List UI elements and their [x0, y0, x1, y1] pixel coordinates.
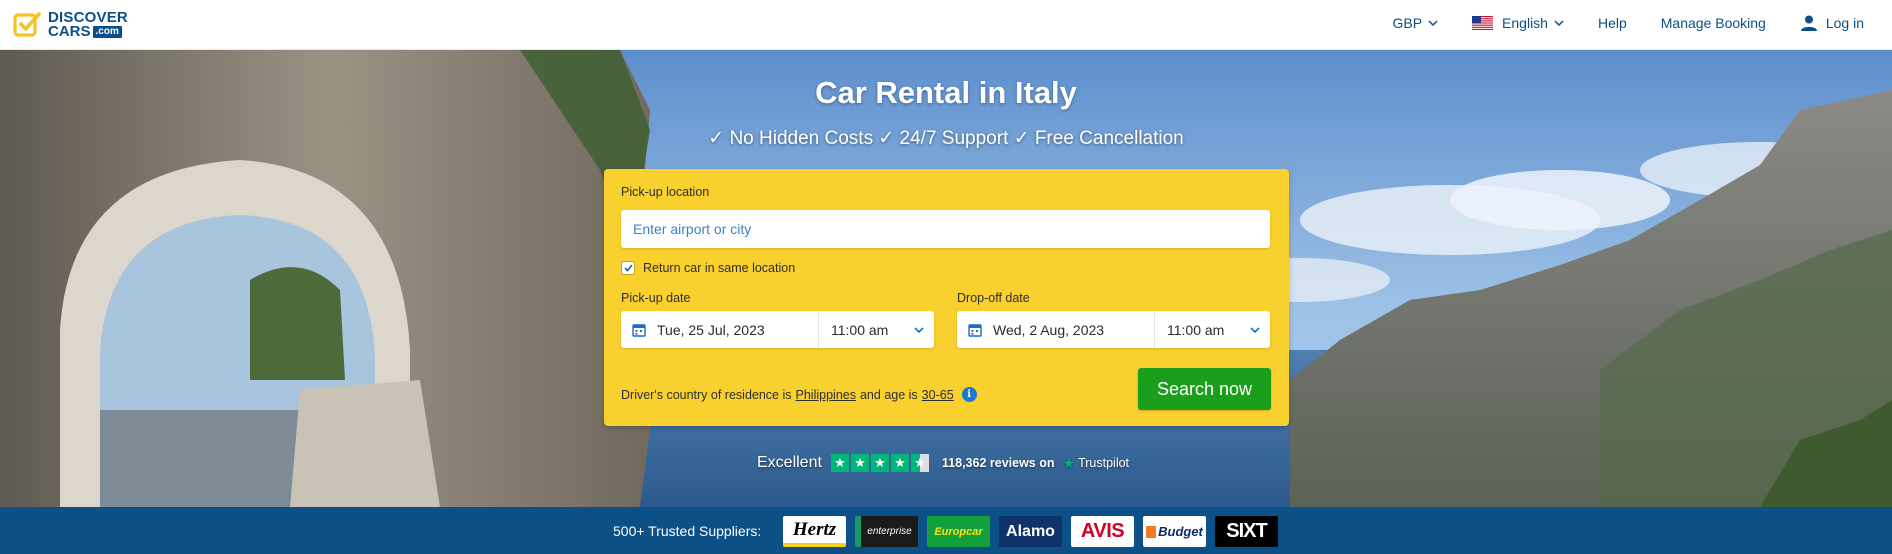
enterprise-logo: enterprise: [855, 516, 918, 547]
dropoff-time-value: 11:00 am: [1167, 321, 1225, 338]
search-form: Pick-up location Return car in same loca…: [604, 169, 1289, 426]
hertz-logo-text: Hertz: [792, 518, 837, 540]
search-now-button[interactable]: Search now: [1138, 368, 1271, 410]
star-icon: ★: [890, 454, 909, 472]
login-link[interactable]: Log in: [1800, 14, 1864, 32]
sixt-logo-text: SIXT: [1226, 520, 1267, 542]
discovercars-logo[interactable]: DISCOVER CARS .com: [12, 9, 128, 41]
half-star-icon: ★: [910, 454, 929, 472]
alamo-logo: Alamo: [999, 516, 1062, 547]
currency-label: GBP: [1392, 15, 1423, 31]
currency-selector[interactable]: GBP: [1392, 15, 1438, 31]
top-nav: GBP English Help Manage Booking Log in: [1358, 0, 1864, 46]
avis-logo-text: AVIS: [1080, 520, 1125, 542]
dropoff-date-value: Wed, 2 Aug, 2023: [993, 321, 1105, 338]
trustpilot-rating[interactable]: Excellent ★ ★ ★ ★ ★ 118,362 reviews on ★…: [757, 452, 1129, 474]
star-icon: ★: [830, 454, 849, 472]
star-icon: ★: [870, 454, 889, 472]
return-same-location-checkbox[interactable]: Return car in same location: [621, 261, 795, 275]
chevron-down-icon: [1428, 20, 1438, 26]
supplier-logos: Hertz enterprise Europcar Alamo AVIS Bud…: [783, 516, 1287, 547]
dropoff-date-picker[interactable]: Wed, 2 Aug, 2023: [957, 311, 1155, 348]
hero-section: Car Rental in Italy ✓ No Hidden Costs ✓ …: [0, 50, 1892, 507]
suppliers-label: 500+ Trusted Suppliers:: [613, 523, 762, 539]
manage-booking-link[interactable]: Manage Booking: [1661, 15, 1766, 31]
pickup-datetime-field: Tue, 25 Jul, 2023 11:00 am: [621, 311, 934, 348]
dropoff-time-select[interactable]: 11:00 am: [1155, 311, 1270, 348]
chevron-down-icon: [1250, 326, 1260, 333]
page-title: Car Rental in Italy: [815, 75, 1077, 110]
language-label: English: [1502, 15, 1548, 31]
europcar-logo-text: Europcar: [934, 525, 983, 538]
us-flag-icon: [1472, 16, 1494, 30]
info-icon[interactable]: i: [961, 387, 977, 402]
hero-benefits: ✓ No Hidden Costs ✓ 24/7 Support ✓ Free …: [708, 128, 1184, 149]
help-link[interactable]: Help: [1598, 15, 1627, 31]
pickup-location-label: Pick-up location: [621, 185, 710, 199]
pickup-date-picker[interactable]: Tue, 25 Jul, 2023: [621, 311, 819, 348]
trustpilot-brand: ★ Trustpilot: [1063, 455, 1130, 472]
pickup-time-value: 11:00 am: [831, 321, 889, 338]
calendar-icon: [632, 323, 646, 337]
alamo-logo-text: Alamo: [1006, 522, 1055, 540]
star-icon: ★: [850, 454, 869, 472]
pickup-time-select[interactable]: 11:00 am: [819, 311, 934, 348]
chevron-down-icon: [914, 326, 924, 333]
chevron-down-icon: [1554, 20, 1564, 26]
top-header: DISCOVER CARS .com GBP English Help Manag…: [0, 0, 1892, 50]
logo-text-cars: CARS: [48, 23, 91, 40]
avis-logo: AVIS: [1071, 516, 1134, 547]
budget-logo-mark: [1146, 525, 1157, 538]
return-same-location-label: Return car in same location: [643, 261, 796, 275]
user-icon: [1800, 15, 1817, 31]
residence-age-text: and age is: [859, 387, 918, 402]
calendar-icon: [968, 323, 982, 337]
hertz-logo: Hertz: [783, 516, 846, 547]
residence-prefix-text: Driver's country of residence is: [621, 387, 792, 402]
language-selector[interactable]: English: [1472, 15, 1564, 31]
pickup-date-label: Pick-up date: [621, 291, 691, 305]
budget-logo-text: Budget: [1158, 524, 1203, 539]
enterprise-logo-text: enterprise: [867, 526, 912, 537]
europcar-logo: Europcar: [927, 516, 990, 547]
trustpilot-brand-text: Trustpilot: [1078, 456, 1130, 470]
logo-text-com: .com: [92, 26, 122, 38]
age-range-link[interactable]: 30-65: [922, 388, 954, 402]
pickup-location-input[interactable]: [621, 210, 1270, 248]
budget-logo: Budget: [1143, 516, 1206, 547]
trustpilot-star-icon: ★: [1062, 454, 1076, 471]
sixt-logo: SIXT: [1215, 516, 1278, 547]
dropoff-datetime-field: Wed, 2 Aug, 2023 11:00 am: [957, 311, 1270, 348]
checkbox-checked-icon: [621, 261, 635, 275]
trustpilot-rating-text: Excellent: [757, 454, 822, 471]
checkmark-logo-icon: [12, 10, 42, 40]
dropoff-date-label: Drop-off date: [957, 291, 1030, 305]
suppliers-bar: 500+ Trusted Suppliers: Hertz enterprise…: [0, 507, 1892, 554]
pickup-date-value: Tue, 25 Jul, 2023: [657, 321, 765, 338]
rating-stars: ★ ★ ★ ★ ★: [830, 454, 931, 472]
residence-country-link[interactable]: Philippines: [796, 388, 856, 402]
login-label: Log in: [1825, 15, 1864, 31]
driver-residence-info: Driver's country of residence is Philipp…: [621, 387, 977, 402]
review-count: 118,362 reviews on: [941, 456, 1055, 470]
